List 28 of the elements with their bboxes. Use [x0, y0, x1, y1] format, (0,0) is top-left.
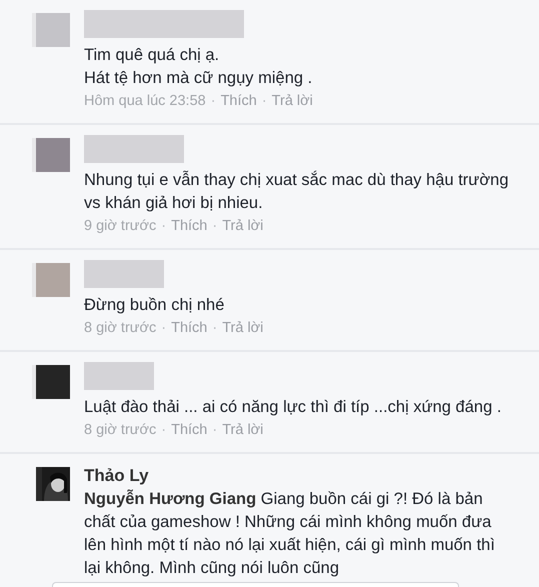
action-link[interactable]: Thích: [220, 90, 257, 113]
blurred-name: [84, 362, 154, 390]
author-name[interactable]: Thảo Ly: [84, 464, 510, 488]
comment-text: Nguyễn Hương Giang Giang buồn cái gi ?! Đó là bản chất của gameshow ! Những cái mình không muốn đưa lên hình một tí nào nó lại xuất hiện, cái gì mình muốn thì lại không. Mình cũng nói luôn cũng: [84, 488, 496, 579]
timestamp: 8 giờ trước: [84, 421, 156, 440]
comment-text: Tim quê quá chị ạ. Hát tệ hơn mà cữ ngụy miệng .: [84, 45, 314, 89]
timestamp: 9 giờ trước: [84, 217, 156, 236]
separator-dot: ·: [161, 319, 166, 338]
separator-dot: ·: [212, 217, 218, 236]
action-link[interactable]: Trả lời: [272, 90, 313, 113]
action-link[interactable]: Thích: [171, 215, 208, 238]
separator-dot: ·: [262, 92, 267, 111]
separator-dot: ·: [210, 92, 216, 111]
comment-text: Luật đào thải ... ai có năng lực thì đi típ ...chị xứng đáng .: [84, 397, 502, 418]
timestamp: 8 giờ trước: [84, 319, 156, 338]
timestamp: Hôm qua lúc 23:58: [84, 92, 206, 111]
separator-dot: ·: [212, 319, 218, 338]
action-link[interactable]: Thích: [171, 317, 208, 340]
comment-text: Đừng buồn chị nhé: [84, 295, 226, 316]
separator-dot: ·: [161, 421, 166, 440]
action-link[interactable]: Trả lời: [222, 419, 264, 442]
comment-field[interactable]: [52, 582, 459, 587]
separator-dot: ·: [212, 421, 218, 440]
comment-text: Nhung tụi e vẫn thay chị xuat sắc mac dù thay hậu trường vs khán giả hơi bị nhieu.: [84, 170, 510, 214]
action-link[interactable]: Trả lời: [222, 215, 264, 238]
action-link[interactable]: Thích: [171, 419, 208, 442]
action-link[interactable]: Trả lời: [222, 317, 264, 340]
separator-dot: ·: [161, 217, 166, 236]
